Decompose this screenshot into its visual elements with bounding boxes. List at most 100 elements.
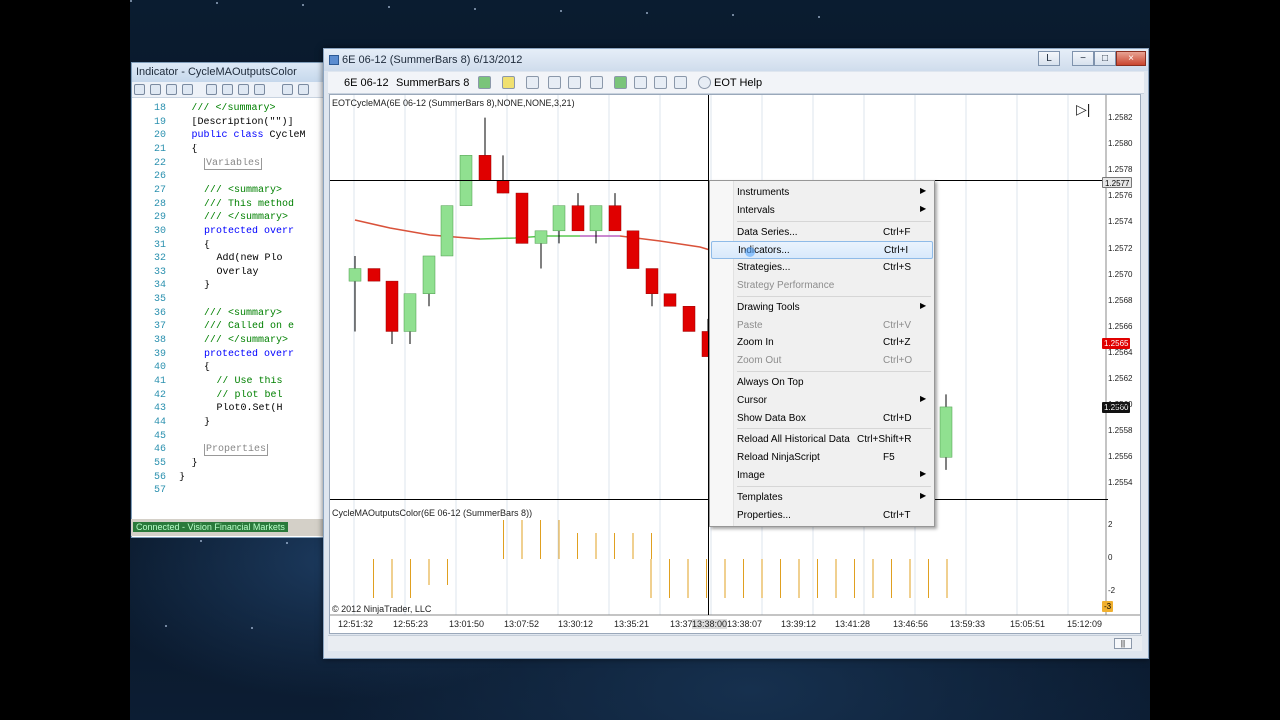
menu-shortcut: Ctrl+I bbox=[884, 245, 909, 257]
line-number: 18 bbox=[153, 103, 166, 114]
code-line[interactable]: 57 bbox=[132, 485, 326, 499]
bar-style-icon[interactable] bbox=[478, 76, 491, 89]
menu-item-templates[interactable]: Templates ▶ bbox=[711, 489, 933, 507]
code-line[interactable]: 42 // plot bel bbox=[132, 390, 326, 404]
code-line[interactable]: 34} bbox=[132, 280, 326, 294]
code-region[interactable]: Properties bbox=[204, 444, 269, 457]
line-number: 34 bbox=[153, 280, 166, 292]
bartype-selector[interactable]: SummerBars 8 bbox=[396, 77, 469, 89]
strategies-icon[interactable] bbox=[634, 76, 647, 89]
code-line[interactable]: 55} bbox=[132, 458, 326, 472]
menu-item-label: Strategy Performance bbox=[737, 280, 835, 291]
menu-item-reload-all-historical-data[interactable]: Reload All Historical Data Ctrl+Shift+R bbox=[711, 431, 933, 449]
star bbox=[302, 4, 304, 6]
menu-item-strategies[interactable]: Strategies... Ctrl+S bbox=[711, 259, 933, 277]
code-line[interactable]: 43 Plot0.Set(H bbox=[132, 403, 326, 417]
code-line[interactable]: 29 /// </summary> bbox=[132, 212, 326, 226]
eot-help-icon[interactable] bbox=[698, 76, 711, 89]
menu-item-intervals[interactable]: Intervals ▶ bbox=[711, 202, 933, 220]
price-label: 1.2582 bbox=[1108, 113, 1133, 122]
candle-body bbox=[534, 230, 548, 244]
code-text: protected overr bbox=[204, 225, 295, 237]
save-icon[interactable] bbox=[134, 84, 145, 95]
menu-item-instruments[interactable]: Instruments ▶ bbox=[711, 184, 933, 202]
code-line[interactable]: 46 Properties bbox=[132, 444, 326, 458]
code-line[interactable]: 36 /// <summary> bbox=[132, 308, 326, 322]
code-line[interactable]: 32 Add(new Plo bbox=[132, 253, 326, 267]
code-line[interactable]: 56} bbox=[132, 472, 326, 486]
code-line[interactable]: 37 /// Called on e bbox=[132, 321, 326, 335]
code-line[interactable]: 45 bbox=[132, 431, 326, 445]
code-line[interactable]: 21 { bbox=[132, 144, 326, 158]
code-line[interactable]: 38 /// </summary> bbox=[132, 335, 326, 349]
indicators-icon[interactable] bbox=[614, 76, 627, 89]
undo-icon[interactable] bbox=[282, 84, 293, 95]
line-number: 37 bbox=[153, 321, 166, 333]
instrument-selector[interactable]: 6E 06-12 bbox=[344, 77, 389, 89]
minimize-button[interactable]: − bbox=[1072, 51, 1094, 66]
properties-icon[interactable] bbox=[674, 76, 687, 89]
code-line[interactable]: 33 Overlay bbox=[132, 267, 326, 281]
menu-item-reload-ninjascript[interactable]: Reload NinjaScript F5 bbox=[711, 449, 933, 467]
time-label: 13:07:52 bbox=[504, 619, 540, 629]
redo-icon[interactable] bbox=[298, 84, 309, 95]
menu-item-zoom-in[interactable]: Zoom In Ctrl+Z bbox=[711, 334, 933, 352]
menu-item-image[interactable]: Image ▶ bbox=[711, 467, 933, 485]
mouse-cursor bbox=[745, 247, 755, 257]
code-line[interactable]: 27 /// <summary> bbox=[132, 185, 326, 199]
code-line[interactable]: 20 public class CycleM bbox=[132, 130, 326, 144]
code-line[interactable]: 22 Variables bbox=[132, 157, 326, 172]
paste-icon[interactable] bbox=[238, 84, 249, 95]
add-draw-icon[interactable] bbox=[526, 76, 539, 89]
link-button[interactable]: L bbox=[1038, 51, 1060, 66]
code-line[interactable]: 26 bbox=[132, 171, 326, 185]
price-panel-label: EOTCycleMA(6E 06-12 (SummerBars 8),NONE,… bbox=[332, 98, 575, 108]
find-icon[interactable] bbox=[166, 84, 177, 95]
code-line[interactable]: 41 // Use this bbox=[132, 376, 326, 390]
maximize-button[interactable]: □ bbox=[1094, 51, 1116, 66]
pan-arrow-icon[interactable]: ▷| bbox=[1076, 101, 1090, 118]
code-line[interactable]: 44} bbox=[132, 417, 326, 431]
code-region[interactable]: Variables bbox=[204, 157, 263, 170]
copy-icon[interactable] bbox=[222, 84, 233, 95]
code-line[interactable]: 18 /// </summary> bbox=[132, 103, 326, 117]
menu-item-cursor[interactable]: Cursor ▶ bbox=[711, 392, 933, 410]
menu-item-show-data-box[interactable]: Show Data Box Ctrl+D bbox=[711, 410, 933, 428]
code-text: { bbox=[204, 362, 211, 374]
delete-icon[interactable] bbox=[254, 84, 265, 95]
code-line[interactable]: 19 [Description("")] bbox=[132, 117, 326, 131]
menu-item-always-on-top[interactable]: Always On Top bbox=[711, 374, 933, 392]
candle-body bbox=[552, 205, 566, 232]
scroll-end-button[interactable]: || bbox=[1114, 638, 1132, 649]
code-line[interactable]: 31 { bbox=[132, 240, 326, 254]
code-line[interactable]: 35 bbox=[132, 294, 326, 308]
code-line[interactable]: 28 /// This method bbox=[132, 199, 326, 213]
code-line[interactable]: 39 protected overr bbox=[132, 349, 326, 363]
ruler-icon[interactable] bbox=[548, 76, 561, 89]
line-number: 43 bbox=[153, 403, 166, 415]
code-text: Variables bbox=[204, 157, 263, 170]
copyright: © 2012 NinjaTrader, LLC bbox=[332, 604, 432, 614]
menu-separator bbox=[737, 220, 931, 222]
page-icon[interactable] bbox=[182, 84, 193, 95]
code-line[interactable]: 40 { bbox=[132, 362, 326, 376]
pencil-icon[interactable] bbox=[502, 76, 515, 89]
window-titlebar[interactable]: 6E 06-12 (SummerBars 8) 6/13/2012 L − □ … bbox=[324, 49, 1148, 71]
line-number: 21 bbox=[153, 143, 166, 155]
code-lines[interactable]: 18 /// </summary> 19 [Description("")] 20 pub… bbox=[132, 103, 326, 563]
menu-item-drawing-tools[interactable]: Drawing Tools ▶ bbox=[711, 299, 933, 317]
crosshair-icon[interactable] bbox=[568, 76, 581, 89]
code-line[interactable]: 30 protected overr bbox=[132, 226, 326, 240]
menu-item-label: Show Data Box bbox=[737, 412, 806, 424]
print-icon[interactable] bbox=[150, 84, 161, 95]
chart-scrollbar[interactable]: || bbox=[328, 635, 1142, 651]
menu-item-data-series[interactable]: Data Series... Ctrl+F bbox=[711, 224, 933, 242]
data-box-icon[interactable] bbox=[590, 76, 603, 89]
menu-item-properties[interactable]: Properties... Ctrl+T bbox=[711, 507, 933, 525]
image-icon[interactable] bbox=[654, 76, 667, 89]
menu-shortcut: Ctrl+F bbox=[883, 226, 911, 238]
chart-context-menu[interactable]: Instruments ▶ Intervals ▶ Data Series... Ctrl… bbox=[709, 180, 935, 527]
cut-icon[interactable] bbox=[206, 84, 217, 95]
close-button[interactable]: × bbox=[1116, 51, 1146, 66]
eot-help-button[interactable]: EOT Help bbox=[714, 77, 762, 89]
